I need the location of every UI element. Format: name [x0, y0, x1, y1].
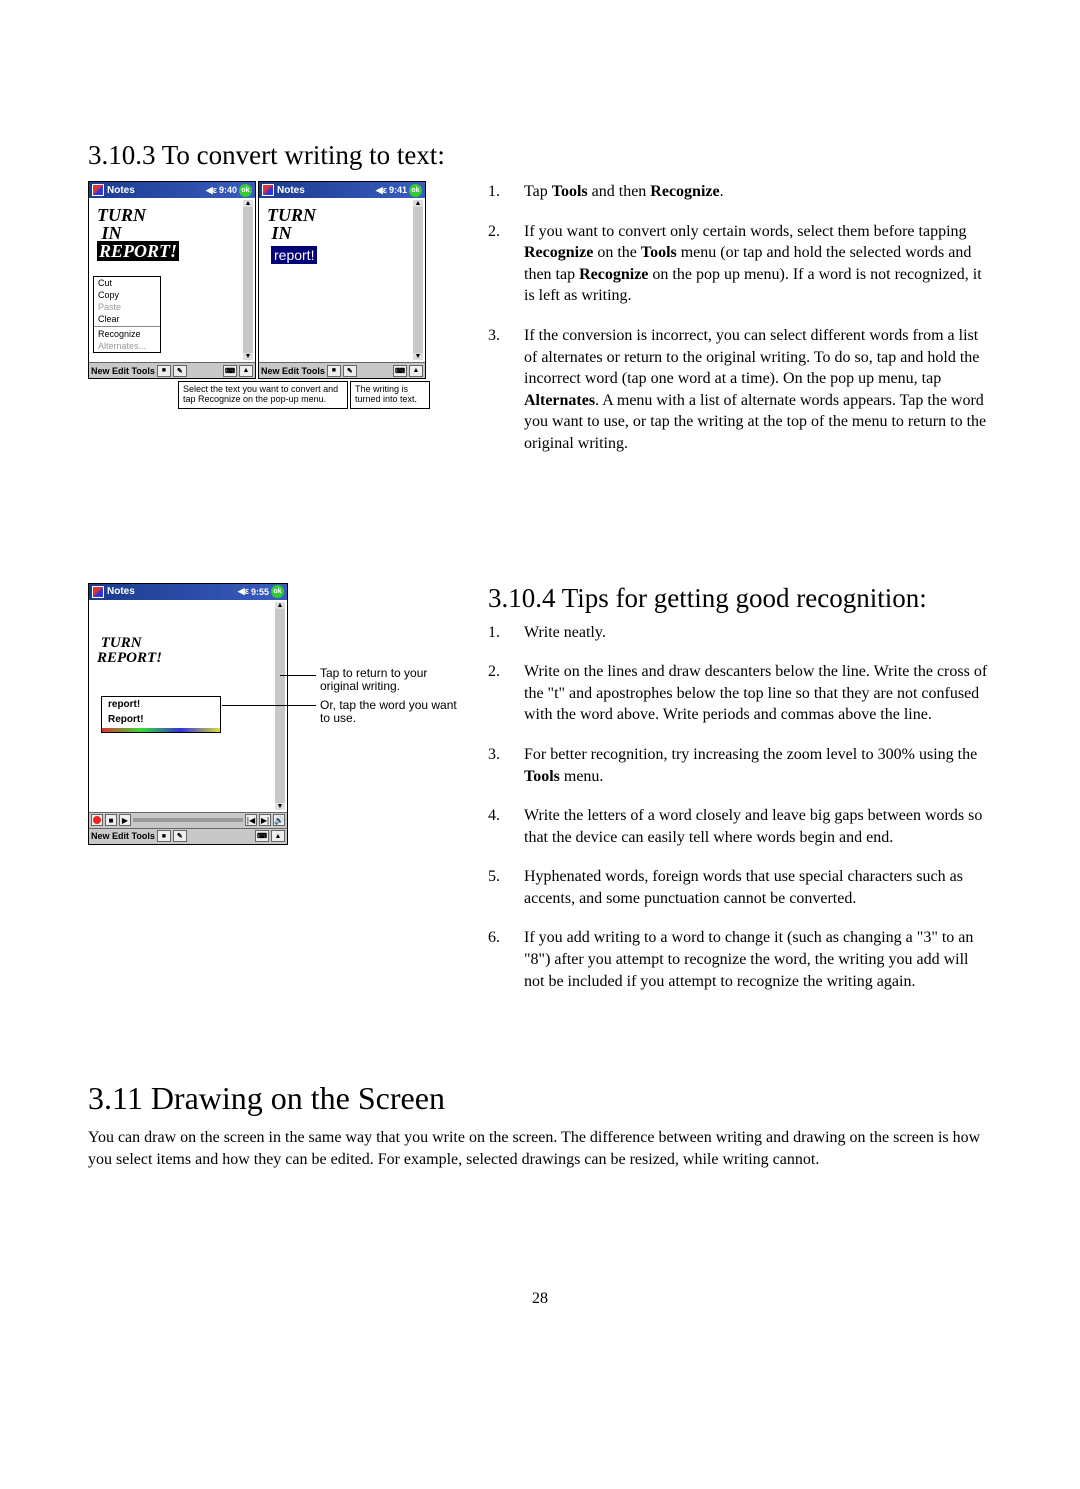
menu-clear: Clear — [94, 313, 160, 325]
menu-recognize: Recognize — [94, 328, 160, 340]
menu-copy: Copy — [94, 289, 160, 301]
caption-left: Select the text you want to convert and … — [178, 381, 348, 409]
ok-button: ok — [271, 585, 284, 598]
scrollbar: ▲▼ — [413, 200, 423, 360]
steps-3-10-4: 1.Write neatly. 2.Write on the lines and… — [488, 622, 992, 993]
menu-cut: Cut — [94, 277, 160, 289]
keyboard-icon: ⌨ — [223, 365, 237, 377]
scrollbar: ▲▼ — [243, 200, 253, 360]
section-title-3-10-3: 3.10.3 To convert writing to text: — [88, 140, 992, 171]
bottom-bar: New Edit Tools ■ ✎ ⌨▲ — [89, 828, 287, 844]
play-icon: ▶ — [119, 814, 131, 826]
handwriting-area: TURN IN REPORT! — [91, 200, 243, 262]
caption-right: The writing is turned into text. — [350, 381, 430, 409]
pen-icon: ✎ — [173, 365, 187, 377]
start-icon — [262, 184, 274, 196]
next-icon: ▶| — [259, 814, 271, 826]
alt-item-2: Report! — [102, 712, 220, 727]
menu-alternates: Alternates... — [94, 340, 160, 352]
converted-word: report! — [271, 246, 317, 264]
app-title: Notes — [107, 586, 135, 597]
pen-icon: ✎ — [173, 830, 187, 842]
stop-icon: ■ — [105, 814, 117, 826]
record-icon — [93, 816, 101, 824]
ok-button: ok — [409, 184, 422, 197]
app-title: Notes — [277, 185, 305, 196]
section-title-3-10-4: 3.10.4 Tips for getting good recognition… — [488, 583, 992, 614]
up-icon: ▲ — [409, 365, 423, 377]
status-time: 9:55 — [251, 587, 269, 597]
alternates-popup: report! Report! — [101, 696, 221, 733]
screenshot-notes-converted: Notes ◀ε 9:41 ok TURN IN report! ▲▼ New … — [258, 181, 426, 379]
speaker-icon: ◀ε — [376, 185, 387, 196]
bottom-bar: New Edit Tools ■ ✎ ⌨▲ — [89, 362, 255, 378]
page-number: 28 — [88, 1290, 992, 1308]
record-icon: ■ — [157, 365, 171, 377]
body-3-11: You can draw on the screen in the same w… — [88, 1127, 992, 1170]
up-icon: ▲ — [239, 365, 253, 377]
alt-item-1: report! — [102, 697, 220, 712]
scrollbar: ▲▼ — [275, 602, 285, 810]
prev-icon: |◀ — [245, 814, 257, 826]
speaker-icon: ◀ε — [206, 185, 217, 196]
annotation-1: Tap to return to your original writing. — [320, 667, 450, 695]
bottom-bar: New Edit Tools ■ ✎ ⌨▲ — [259, 362, 425, 378]
volume-icon: 🔊 — [273, 814, 285, 826]
pen-icon: ✎ — [343, 365, 357, 377]
speaker-icon: ◀ε — [238, 586, 249, 597]
steps-3-10-3: 1.Tap Tools and then Recognize. 2.If you… — [488, 181, 992, 455]
ok-button: ok — [239, 184, 252, 197]
record-icon: ■ — [327, 365, 341, 377]
menu-paste: Paste — [94, 301, 160, 313]
status-time: 9:41 — [389, 185, 407, 195]
status-time: 9:40 — [219, 185, 237, 195]
handwriting-area: TURN REPORT! — [91, 602, 275, 668]
handwriting-area: TURN IN — [261, 200, 413, 244]
start-icon — [92, 586, 104, 598]
record-icon: ■ — [157, 830, 171, 842]
keyboard-icon: ⌨ — [393, 365, 407, 377]
up-icon: ▲ — [271, 830, 285, 842]
app-title: Notes — [107, 185, 135, 196]
context-popup: Cut Copy Paste Clear Recognize Alternate… — [93, 276, 161, 353]
play-bar: ■ ▶ |◀ ▶| 🔊 — [89, 812, 287, 828]
start-icon — [92, 184, 104, 196]
screenshot-notes-alternates: Notes ◀ε 9:55 ok TURN REPORT! report! Re… — [88, 583, 288, 845]
annotation-2: Or, tap the word you want to use. — [320, 699, 460, 727]
section-title-3-11: 3.11 Drawing on the Screen — [88, 1080, 992, 1117]
keyboard-icon: ⌨ — [255, 830, 269, 842]
screenshot-notes-popup: Notes ◀ε 9:40 ok TURN IN REPORT! Cut Cop… — [88, 181, 256, 379]
